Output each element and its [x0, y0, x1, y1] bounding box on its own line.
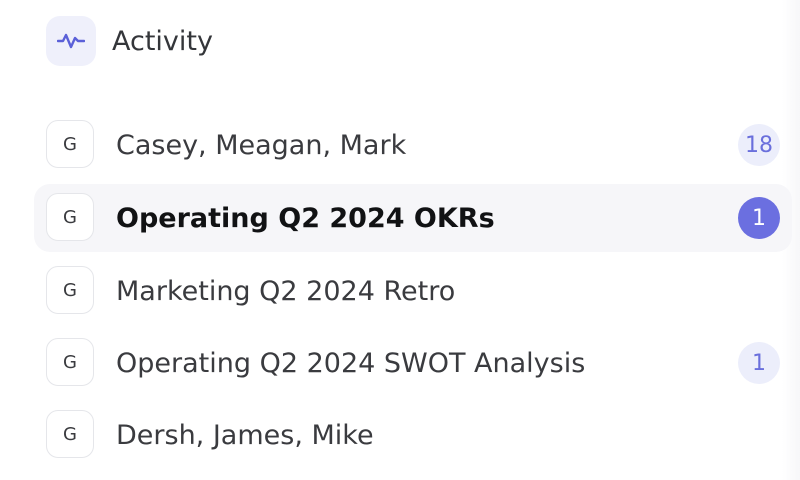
conversation-row-selected[interactable]: G Operating Q2 2024 OKRs 1 [34, 184, 792, 252]
conversation-title: Marketing Q2 2024 Retro [116, 275, 456, 307]
activity-pulse-icon [46, 16, 96, 66]
conversation-row[interactable]: G Casey, Meagan, Mark 18 [34, 111, 792, 179]
conversation-row[interactable]: G Marketing Q2 2024 Retro [34, 257, 792, 325]
group-avatar: G [46, 120, 94, 168]
unread-count-badge: 1 [738, 197, 780, 239]
conversation-title: Operating Q2 2024 SWOT Analysis [116, 347, 586, 379]
unread-count-badge: 1 [738, 342, 780, 384]
unread-count-badge: 18 [738, 124, 780, 166]
conversation-title: Dersh, James, Mike [116, 419, 374, 451]
conversation-row[interactable]: G Dersh, James, Mike [34, 401, 792, 469]
conversation-title: Operating Q2 2024 OKRs [116, 202, 495, 234]
conversation-row[interactable]: G Operating Q2 2024 SWOT Analysis 1 [34, 329, 792, 397]
conversation-title: Casey, Meagan, Mark [116, 129, 407, 161]
group-avatar: G [46, 338, 94, 386]
activity-label: Activity [112, 25, 213, 57]
activity-nav-item[interactable]: Activity [46, 16, 213, 66]
group-avatar: G [46, 266, 94, 314]
group-avatar: G [46, 410, 94, 458]
group-avatar: G [46, 193, 94, 241]
